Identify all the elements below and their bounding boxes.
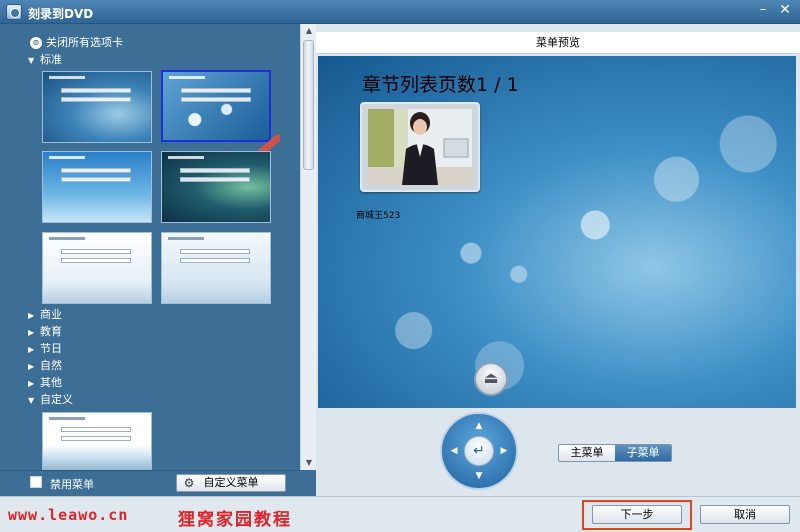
navigation-area: ▲ ▼ ◀ ▶ ↵ 主菜单 子菜单 (316, 410, 800, 496)
scroll-down-arrow-icon[interactable]: ▼ (301, 456, 317, 470)
collapse-all-icon: ⊘ (30, 37, 42, 49)
minimize-icon[interactable]: – (754, 3, 772, 19)
close-all-tabs-label: 关闭所有选项卡 (46, 36, 123, 49)
template-dark-teal[interactable] (161, 151, 271, 223)
chapter-list-title: 章节列表页数1 / 1 (362, 74, 519, 96)
template-light-gradient[interactable] (161, 232, 271, 304)
close-all-tabs-button[interactable]: ⊘ 关闭所有选项卡 (30, 35, 123, 51)
preview-header: 菜单预览 (316, 32, 800, 54)
custom-menu-button[interactable]: ⚙ 自定义菜单 (176, 474, 286, 492)
category-education[interactable]: ▶ 教育 (28, 324, 62, 340)
scroll-thumb[interactable] (303, 40, 314, 170)
expanded-arrow-icon: ▼ (28, 396, 35, 405)
category-label: 商业 (40, 308, 62, 321)
watermark-text: 狸窝家园教程 (178, 510, 292, 530)
menu-options-bar: 禁用菜单 ⚙ 自定义菜单 (0, 470, 300, 496)
collapsed-arrow-icon: ▶ (28, 311, 35, 320)
category-label: 标准 (40, 53, 62, 66)
window-title: 刻录到DVD (28, 7, 94, 21)
expanded-arrow-icon: ▼ (28, 56, 35, 65)
collapsed-arrow-icon: ▶ (28, 328, 35, 337)
disable-menu-checkbox[interactable] (30, 476, 42, 488)
enter-return-icon[interactable]: ↵ (464, 436, 494, 466)
category-holiday[interactable]: ▶ 节日 (28, 341, 62, 357)
template-sky-blue[interactable] (42, 151, 152, 223)
nav-down-arrow-icon[interactable]: ▼ (473, 470, 485, 482)
close-icon[interactable]: ✕ (776, 3, 794, 19)
category-label: 教育 (40, 325, 62, 338)
title-bar: 刻录到DVD – ✕ (0, 0, 800, 24)
chapter-thumbnail[interactable] (360, 102, 480, 192)
category-label: 自定义 (40, 393, 73, 406)
category-label: 节日 (40, 342, 62, 355)
eject-icon[interactable]: ⏏ (474, 362, 508, 396)
nav-right-arrow-icon[interactable]: ▶ (498, 445, 510, 457)
chapter-video-frame (368, 109, 472, 185)
menu-preview-canvas: 章节列表页数1 / 1 商城王523 ⏏ (318, 56, 796, 408)
scroll-up-arrow-icon[interactable]: ▲ (301, 24, 317, 38)
category-business[interactable]: ▶ 商业 (28, 307, 62, 323)
dvd-app-icon (6, 4, 22, 20)
video-frame-image (368, 109, 472, 185)
disable-menu-label: 禁用菜单 (50, 478, 94, 491)
category-label: 其他 (40, 376, 62, 389)
nav-up-arrow-icon[interactable]: ▲ (473, 420, 485, 432)
collapsed-arrow-icon: ▶ (28, 345, 35, 354)
template-panel: ⊘ 关闭所有选项卡 ▼ 标准 ▶ 商业 ▶ 教育 ▶ 节日 ▶ 自然 ▶ 其他 … (0, 24, 300, 470)
next-button[interactable]: 下一步 (592, 505, 682, 524)
collapsed-arrow-icon: ▶ (28, 379, 35, 388)
template-blue-swirl[interactable] (42, 71, 152, 143)
gear-icon: ⚙ (183, 476, 195, 490)
template-bokeh-blue[interactable] (161, 70, 271, 142)
navigation-dpad: ▲ ▼ ◀ ▶ ↵ (440, 412, 518, 490)
category-other[interactable]: ▶ 其他 (28, 375, 62, 391)
watermark-url: www.leawo.cn (8, 506, 129, 524)
chapter-name: 商城王523 (356, 211, 401, 221)
category-nature[interactable]: ▶ 自然 (28, 358, 62, 374)
template-scrollbar[interactable]: ▲ ▼ (300, 24, 316, 470)
category-standard[interactable]: ▼ 标准 (28, 52, 62, 68)
collapsed-arrow-icon: ▶ (28, 362, 35, 371)
menu-level-toggle: 主菜单 子菜单 (558, 444, 672, 462)
dialog-footer: www.leawo.cn 狸窝家园教程 下一步 取消 (0, 496, 800, 532)
nav-left-arrow-icon[interactable]: ◀ (448, 445, 460, 457)
category-label: 自然 (40, 359, 62, 372)
template-custom-white[interactable] (42, 412, 152, 470)
menu-preview-panel: 菜单预览 章节列表页数1 / 1 商城王523 ⏏ ▲ ▼ ◀ ▶ ↵ 主菜单 … (316, 24, 800, 496)
main-menu-tab[interactable]: 主菜单 (559, 445, 615, 461)
custom-menu-label: 自定义菜单 (203, 476, 259, 489)
template-white-clean[interactable] (42, 232, 152, 304)
sub-menu-tab[interactable]: 子菜单 (615, 445, 671, 461)
category-custom[interactable]: ▼ 自定义 (28, 392, 73, 408)
cancel-button[interactable]: 取消 (700, 505, 790, 524)
